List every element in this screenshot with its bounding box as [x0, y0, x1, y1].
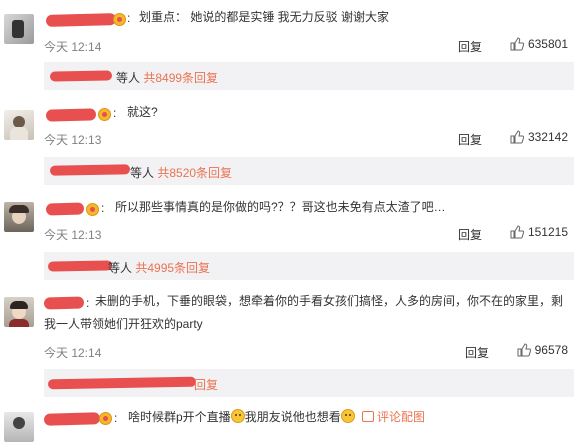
like-count: 635801 — [527, 37, 568, 51]
redacted-sub-username — [49, 70, 113, 82]
sub-reply-box[interactable]: 回复 — [44, 369, 574, 397]
laugh-emoji-icon — [230, 409, 245, 423]
comment-time: 今天 12:13 — [44, 228, 102, 242]
comment-item: : 划重点： 她说的都是实锤 我无力反驳 谢谢大家 今天 12:14 回复 63… — [0, 0, 576, 95]
comment-item: : 未删的手机，下垂的眼袋，想牵着你的手看女孩们搞怪，人多的房间，你不在的家里，… — [0, 285, 576, 400]
name-colon: : — [113, 106, 117, 120]
comment-text: 就这? — [127, 105, 158, 119]
redacted-username[interactable] — [45, 202, 85, 216]
sub-reply-summary: 回复 — [194, 376, 218, 393]
comment-item: : 啥时候群p开个直播 我朋友说他也想看 评论配图 — [0, 400, 576, 442]
redacted-sub-username — [49, 164, 131, 176]
laugh-emoji-icon — [340, 409, 355, 423]
thumb-up-icon — [517, 343, 531, 357]
comment-text-part: 我朋友说他也想看 — [244, 410, 341, 424]
avatar[interactable] — [4, 14, 34, 44]
reply-button[interactable]: 回复 — [458, 226, 482, 243]
redacted-username[interactable] — [45, 108, 97, 122]
comment-text: 划重点： 她说的都是实锤 我无力反驳 谢谢大家 — [139, 10, 390, 24]
like-count: 151215 — [527, 225, 568, 239]
like-button[interactable]: 96578 — [517, 343, 568, 357]
comment-text: 未删的手机，下垂的眼袋，想牵着你的手看女孩们搞怪，人多的房间，你不在的家里，剩我… — [44, 294, 564, 331]
like-button[interactable]: 151215 — [510, 225, 568, 239]
name-colon: : — [114, 411, 118, 425]
avatar[interactable] — [4, 110, 34, 140]
reply-button[interactable]: 回复 — [465, 344, 489, 361]
reply-button[interactable]: 回复 — [458, 131, 482, 148]
comment-picture-link[interactable]: 评论配图 — [362, 410, 425, 424]
sub-reply-suffix: 等人 — [130, 166, 155, 180]
avatar[interactable] — [4, 297, 34, 327]
vip-crown-icon — [99, 412, 112, 425]
sub-reply-suffix: 等人 — [116, 71, 141, 85]
picture-icon — [362, 411, 375, 422]
comment-text-part: 啥时候群p开个直播 — [128, 410, 231, 424]
name-colon: : — [101, 201, 105, 215]
comment-picture-label: 评论配图 — [377, 410, 426, 424]
redacted-sub-username — [47, 260, 113, 272]
like-count: 96578 — [534, 343, 568, 357]
like-button[interactable]: 635801 — [510, 37, 568, 51]
thumb-up-icon — [510, 130, 524, 144]
like-button[interactable]: 332142 — [510, 130, 568, 144]
sub-reply-summary: 等人 共8520条回复 — [130, 164, 232, 181]
redacted-username[interactable] — [43, 412, 101, 426]
avatar[interactable] — [4, 202, 34, 232]
comment-item: : 就这? 今天 12:13 回复 332142 等人 共8520条回复 — [0, 95, 576, 190]
reply-button[interactable]: 回复 — [458, 38, 482, 55]
redacted-sub-username — [47, 376, 197, 390]
comment-item: : 所以那些事情真的是你做的吗?？？哥这也未免有点太渣了吧… 今天 12:13 … — [0, 190, 576, 285]
sub-reply-count[interactable]: 共4995条回复 — [135, 261, 210, 275]
comment-time: 今天 12:14 — [44, 346, 102, 360]
comment-time: 今天 12:13 — [44, 133, 102, 147]
avatar[interactable] — [4, 412, 34, 442]
sub-reply-count[interactable]: 共8499条回复 — [143, 71, 218, 85]
vip-crown-icon — [113, 13, 126, 26]
sub-reply-summary: 等人 共4995条回复 — [108, 259, 210, 276]
vip-crown-icon — [98, 108, 111, 121]
redacted-username[interactable] — [45, 13, 117, 27]
sub-reply-count[interactable]: 共8520条回复 — [157, 166, 232, 180]
comment-text: 啥时候群p开个直播 我朋友说他也想看 评论配图 — [128, 406, 425, 429]
sub-reply-box[interactable]: 等人 共4995条回复 — [44, 252, 574, 280]
vip-crown-icon — [86, 203, 99, 216]
sub-reply-summary: 等人 共8499条回复 — [116, 69, 218, 86]
name-colon: : — [127, 11, 131, 25]
thumb-up-icon — [510, 37, 524, 51]
thumb-up-icon — [510, 225, 524, 239]
sub-reply-box[interactable]: 等人 共8499条回复 — [44, 62, 574, 90]
sub-reply-box[interactable]: 等人 共8520条回复 — [44, 157, 574, 185]
like-count: 332142 — [527, 130, 568, 144]
sub-reply-suffix: 等人 — [108, 261, 133, 275]
comment-text: 所以那些事情真的是你做的吗?？？哥这也未免有点太渣了吧… — [115, 200, 446, 214]
sub-reply-count[interactable]: 回复 — [194, 378, 218, 392]
comment-time: 今天 12:14 — [44, 40, 102, 54]
